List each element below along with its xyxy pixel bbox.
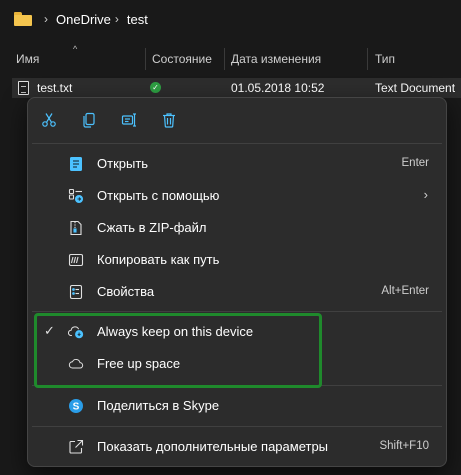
skype-icon: S — [68, 398, 84, 414]
menu-separator — [32, 143, 442, 144]
menu-item-compress-zip[interactable]: Сжать в ZIP-файл — [32, 213, 442, 243]
menu-item-label: Открыть с помощью — [97, 188, 220, 203]
menu-item-shortcut: Enter — [401, 157, 430, 169]
breadcrumb-onedrive[interactable]: OneDrive — [56, 10, 111, 29]
menu-item-label: Открыть — [97, 156, 149, 171]
file-row[interactable]: test.txt ✓ 01.05.2018 10:52 Text Documen… — [12, 78, 461, 98]
menu-item-open[interactable]: Открыть Enter — [32, 149, 442, 179]
chevron-right-icon[interactable]: › — [44, 12, 48, 26]
menu-item-always-keep[interactable]: ✓ Always keep on this device — [32, 317, 442, 347]
file-name: test.txt — [37, 81, 73, 95]
zip-icon — [68, 220, 84, 236]
text-file-icon — [18, 81, 29, 95]
context-menu: Открыть Enter Открыть с помощью › Сжать … — [27, 97, 447, 467]
rename-icon — [121, 113, 136, 127]
copy-path-icon — [68, 252, 84, 268]
svg-text:S: S — [73, 402, 80, 413]
notepad-icon — [68, 156, 84, 172]
cut-icon — [42, 113, 56, 127]
column-date[interactable]: Дата изменения — [225, 44, 367, 74]
menu-separator — [32, 385, 442, 386]
menu-item-shortcut: Alt+Enter — [381, 285, 429, 297]
copy-icon — [83, 112, 95, 128]
column-divider[interactable] — [367, 48, 368, 70]
menu-item-label: Копировать как путь — [97, 252, 220, 267]
chevron-right-icon[interactable]: › — [115, 12, 119, 26]
column-header: ^ Имя Состояние Дата изменения Тип — [0, 44, 461, 74]
column-status[interactable]: Состояние — [146, 44, 224, 74]
menu-item-properties[interactable]: Свойства Alt+Enter — [32, 277, 442, 307]
menu-item-free-up-space[interactable]: Free up space — [32, 349, 442, 379]
menu-separator — [32, 311, 442, 312]
menu-item-label: Сжать в ZIP-файл — [97, 220, 207, 235]
open-with-icon — [68, 188, 84, 204]
cloud-keep-icon — [68, 324, 84, 340]
open-in-new-icon — [68, 439, 84, 455]
menu-item-label: Показать дополнительные параметры — [97, 439, 329, 454]
file-type: Text Document — [375, 81, 456, 95]
menu-item-label: Always keep on this device — [97, 324, 254, 339]
delete-icon — [163, 113, 175, 128]
menu-item-shortcut: Shift+F10 — [379, 440, 429, 452]
menu-item-share-skype[interactable]: S Поделиться в Skype — [32, 391, 442, 421]
menu-toolbar — [28, 98, 446, 144]
breadcrumb: › OneDrive › test — [0, 0, 461, 38]
chevron-right-icon: › — [423, 187, 428, 202]
menu-separator — [32, 426, 442, 427]
column-type[interactable]: Тип — [369, 44, 461, 74]
cut-button[interactable] — [35, 106, 63, 134]
checkmark-icon: ✓ — [44, 323, 55, 338]
menu-item-open-with[interactable]: Открыть с помощью › — [32, 181, 442, 211]
delete-button[interactable] — [155, 106, 183, 134]
file-date: 01.05.2018 10:52 — [231, 81, 325, 95]
menu-item-label: Свойства — [97, 284, 155, 299]
synced-check-icon: ✓ — [150, 82, 161, 93]
breadcrumb-test[interactable]: test — [127, 10, 148, 29]
menu-item-show-more-options[interactable]: Показать дополнительные параметры Shift+… — [32, 432, 442, 462]
menu-item-copy-as-path[interactable]: Копировать как путь — [32, 245, 442, 275]
menu-item-label: Free up space — [97, 356, 181, 371]
properties-icon — [68, 284, 84, 300]
copy-button[interactable] — [75, 106, 103, 134]
menu-item-label: Поделиться в Skype — [97, 398, 220, 413]
cloud-icon — [68, 356, 84, 372]
folder-icon — [14, 12, 32, 26]
rename-button[interactable] — [115, 106, 143, 134]
column-name[interactable]: Имя — [10, 44, 145, 74]
